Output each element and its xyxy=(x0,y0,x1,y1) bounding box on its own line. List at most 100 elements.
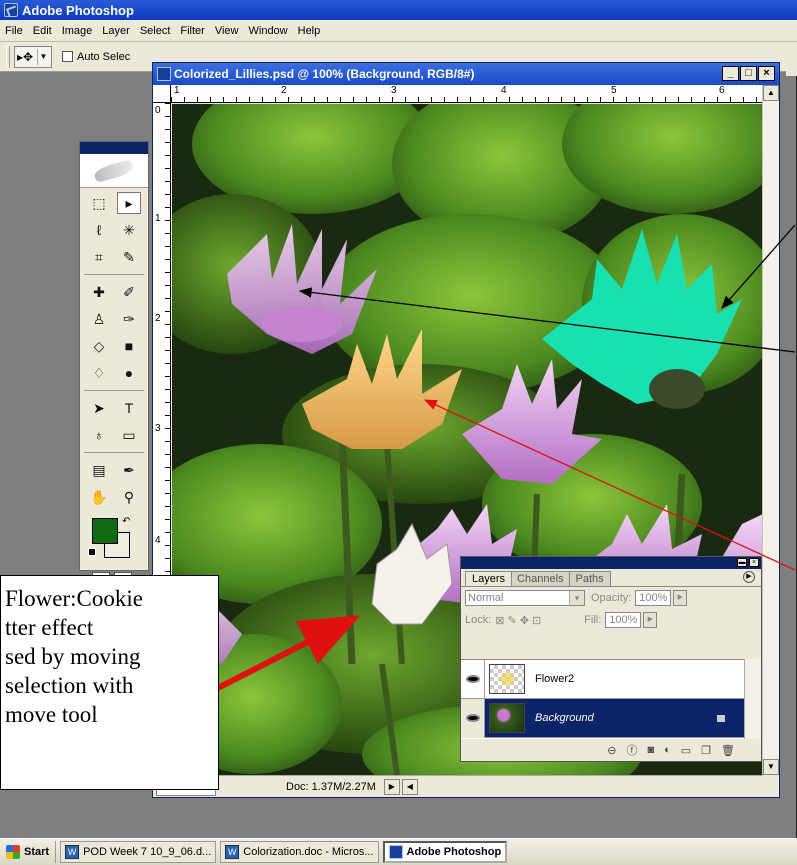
status-menu-button[interactable]: ▶ xyxy=(383,778,400,795)
default-colors-icon[interactable] xyxy=(88,548,96,556)
shape-icon[interactable]: ▭ xyxy=(117,424,141,446)
healing-brush-icon[interactable]: ✚ xyxy=(87,281,111,303)
layer-visibility-eye-icon[interactable] xyxy=(461,698,485,738)
taskbar-item-photoshop[interactable]: Adobe Photoshop xyxy=(382,841,508,863)
tab-paths[interactable]: Paths xyxy=(568,571,611,586)
layers-palette-footer: ⊖ ⓕ ◙ ◐ ▭ ❐ 🗑 xyxy=(461,739,761,761)
palette-minimize-button[interactable]: ▬ xyxy=(737,558,747,567)
adobe-online-button[interactable] xyxy=(80,154,148,188)
lock-image-icon[interactable]: ✎ xyxy=(508,615,520,627)
zoom-icon[interactable]: ⚲ xyxy=(117,486,141,508)
adjustment-layer-icon[interactable]: ◐ xyxy=(664,744,671,756)
auto-select-option[interactable]: Auto Selec xyxy=(62,51,130,63)
layer-thumbnail xyxy=(489,664,525,694)
slice-icon[interactable]: ✎ xyxy=(117,246,141,268)
layer-visibility-eye-icon[interactable] xyxy=(461,659,485,699)
tab-layers[interactable]: Layers xyxy=(465,571,513,586)
lasso-icon[interactable]: ℓ xyxy=(87,219,111,241)
notes-icon[interactable]: ▤ xyxy=(87,459,111,481)
dodge-icon[interactable]: ● xyxy=(117,362,141,384)
document-status-bar: Doc: 1.37M/2.27M ▶ ◀ xyxy=(153,775,763,797)
layer-thumbnail xyxy=(489,703,525,733)
fill-slider-button[interactable]: ▶ xyxy=(643,612,658,628)
start-button[interactable]: Start xyxy=(2,841,57,863)
tool-separator xyxy=(84,274,144,275)
new-layer-icon[interactable]: ❐ xyxy=(701,744,711,757)
horizontal-ruler[interactable]: 1 2 3 4 5 6 xyxy=(171,85,763,103)
maximize-button[interactable]: □ xyxy=(740,66,757,81)
hand-icon[interactable]: ✋ xyxy=(87,486,111,508)
layers-palette-tabs: Layers Channels Paths ▶ xyxy=(461,569,761,587)
palette-close-button[interactable]: × xyxy=(749,558,759,567)
menu-help[interactable]: Help xyxy=(293,25,326,37)
windows-logo-icon xyxy=(6,845,20,859)
clone-stamp-icon[interactable]: ♙ xyxy=(87,308,111,330)
menu-filter[interactable]: Filter xyxy=(175,25,209,37)
taskbar-item-pod-week7[interactable]: W POD Week 7 10_9_06.d... xyxy=(60,841,217,863)
document-title-bar[interactable]: Colorized_Lillies.psd @ 100% (Background… xyxy=(153,63,779,85)
menu-window[interactable]: Window xyxy=(244,25,293,37)
move-icon[interactable]: ▸ xyxy=(117,192,141,214)
layer-row-background[interactable]: Background xyxy=(461,698,745,738)
blend-mode-select[interactable]: Normal xyxy=(465,590,585,606)
history-brush-icon[interactable]: ✑ xyxy=(117,308,141,330)
brush-icon[interactable]: ✐ xyxy=(117,281,141,303)
opacity-field[interactable]: 100% xyxy=(635,590,672,606)
eye-icon xyxy=(465,714,480,722)
scroll-down-button[interactable]: ▼ xyxy=(763,759,779,775)
add-mask-icon[interactable]: ◙ xyxy=(647,744,654,756)
blur-icon[interactable]: ♢ xyxy=(87,362,111,384)
crop-icon[interactable]: ⌗ xyxy=(87,246,111,268)
minimize-button[interactable]: _ xyxy=(722,66,739,81)
palette-menu-icon[interactable]: ▶ xyxy=(743,571,755,583)
pen-icon[interactable]: ♁ xyxy=(87,424,111,446)
tool-preset-picker[interactable]: ▸✥ ▼ xyxy=(14,45,52,68)
swap-colors-icon[interactable]: ↶ xyxy=(122,516,130,527)
menu-select[interactable]: Select xyxy=(135,25,176,37)
type-icon[interactable]: T xyxy=(117,397,141,419)
path-selection-icon[interactable]: ➤ xyxy=(87,397,111,419)
eyedropper-icon[interactable]: ✒ xyxy=(117,459,141,481)
scroll-left-button[interactable]: ◀ xyxy=(401,778,418,795)
lock-position-icon[interactable]: ✥ xyxy=(520,615,532,627)
callout-line: tter effect xyxy=(5,615,94,640)
tab-channels[interactable]: Channels xyxy=(510,571,571,586)
vertical-scrollbar[interactable]: ▲ ▼ xyxy=(762,85,779,775)
layers-palette-title-bar[interactable]: ▬ × xyxy=(461,557,761,569)
magic-wand-icon[interactable]: ✳ xyxy=(117,219,141,241)
eraser-icon[interactable]: ◇ xyxy=(87,335,111,357)
menu-edit[interactable]: Edit xyxy=(28,25,57,37)
options-bar-grip[interactable] xyxy=(6,45,10,68)
lock-all-icon[interactable]: ⊡ xyxy=(532,615,544,627)
layer-row-flower2[interactable]: Flower2 xyxy=(461,659,745,699)
fill-field[interactable]: 100% xyxy=(605,612,642,628)
new-group-icon[interactable]: ▭ xyxy=(681,744,691,757)
scroll-up-button[interactable]: ▲ xyxy=(763,85,779,101)
menu-file[interactable]: File xyxy=(0,25,28,37)
callout-line: sed by moving xyxy=(5,644,141,669)
ruler-number: 2 xyxy=(281,85,287,96)
toolbox-header[interactable] xyxy=(80,142,148,154)
link-layers-icon[interactable]: ⊖ xyxy=(607,744,616,757)
taskbar-item-colorization[interactable]: W Colorization.doc - Micros... xyxy=(220,841,379,863)
lock-transparency-icon[interactable]: ⊠ xyxy=(495,615,507,627)
close-button[interactable]: × xyxy=(758,66,775,81)
opacity-label: Opacity: xyxy=(591,592,632,604)
layer-style-icon[interactable]: ⓕ xyxy=(626,742,637,758)
ruler-number: 2 xyxy=(155,313,161,324)
marquee-icon[interactable]: ⬚ xyxy=(87,192,111,214)
menu-image[interactable]: Image xyxy=(57,25,98,37)
layer-list-scrollbar[interactable] xyxy=(744,659,761,739)
auto-select-checkbox[interactable] xyxy=(62,51,73,62)
menu-view[interactable]: View xyxy=(210,25,244,37)
lock-options[interactable]: ⊠✎✥⊡ xyxy=(495,614,544,627)
trash-icon[interactable]: 🗑 xyxy=(721,744,735,757)
gradient-icon[interactable]: ■ xyxy=(117,335,141,357)
opacity-slider-button[interactable]: ▶ xyxy=(673,590,688,606)
ruler-origin[interactable] xyxy=(153,85,171,103)
foreground-color-swatch[interactable] xyxy=(92,518,118,544)
menu-layer[interactable]: Layer xyxy=(97,25,135,37)
layer-name: Background xyxy=(535,712,594,724)
document-title: Colorized_Lillies.psd @ 100% (Background… xyxy=(174,67,475,81)
chevron-down-icon[interactable]: ▼ xyxy=(37,48,49,65)
